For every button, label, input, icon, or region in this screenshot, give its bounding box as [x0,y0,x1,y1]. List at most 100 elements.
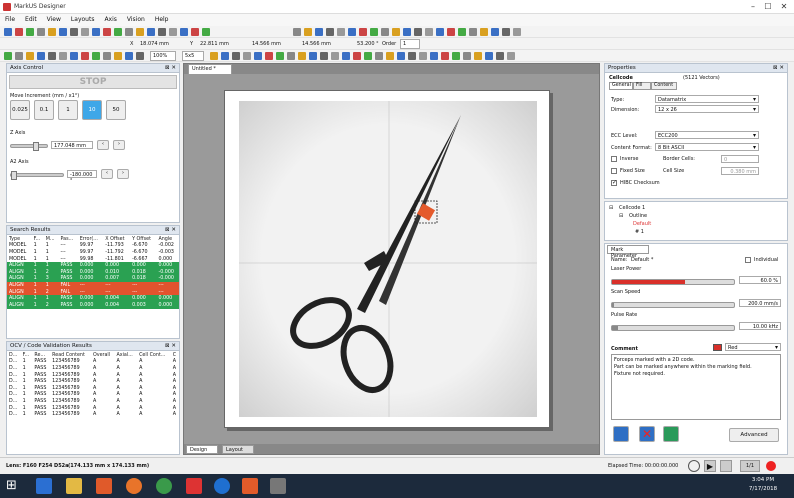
grid-select[interactable]: 5x5 [182,51,204,61]
table-row[interactable]: ALIGN 1 2 PASS 0.000 0.010 0.018 -0.000 [7,268,179,276]
toolbar-align-icon[interactable] [430,52,438,60]
a2-axis-right-button[interactable]: › [117,169,129,179]
table-row[interactable]: ALIGN 1 1 PASS 0.000 0.004 0.000 0.000 [7,295,179,302]
toolbar-align-icon[interactable] [463,52,471,60]
tree-leaf-2[interactable]: # 1 [635,229,644,235]
table-row[interactable]: D... 1 PASS 123456789 A A A A [7,405,179,412]
ie-icon[interactable] [36,478,52,494]
column-header[interactable]: Pas... [58,236,77,243]
toolbar-align-icon[interactable] [364,52,372,60]
z-axis-knob[interactable] [33,142,39,151]
column-header[interactable]: Cell Cont... [137,352,171,359]
comment-textarea[interactable]: Forceps marked with a 2D code. Part can … [611,354,781,420]
table-row[interactable]: ALIGN 1 1 FAIL --- --- --- --- [7,282,179,289]
toolbar-tool-icon[interactable] [304,28,312,36]
menu-view[interactable]: View [42,14,66,25]
dimension-select[interactable]: 12 x 26 [655,105,759,113]
toolbar-tool-icon[interactable] [70,28,78,36]
toolbar-align-icon[interactable] [342,52,350,60]
toolbar-view-icon[interactable] [48,52,56,60]
toolbar-tool-icon[interactable] [337,28,345,36]
toolbar-align-icon[interactable] [353,52,361,60]
toolbar-tool-icon[interactable] [59,28,67,36]
column-header[interactable]: F... [32,236,44,243]
tab-untitled[interactable]: Untitled * [188,64,232,74]
save-parameter-button[interactable] [613,426,629,442]
toolbar-align-icon[interactable] [221,52,229,60]
scan-speed-slider[interactable] [611,302,735,308]
advanced-button[interactable]: Advanced [729,428,779,442]
toolbar-tool-icon[interactable] [81,28,89,36]
menu-axis[interactable]: Axis [99,14,121,25]
toolbar-view-icon[interactable] [15,52,23,60]
maximize-icon[interactable]: ☐ [762,2,774,12]
toolbar-tool-icon[interactable] [436,28,444,36]
tree-child[interactable]: Outline [629,213,647,219]
column-header[interactable]: Error(... [78,236,104,243]
minimize-icon[interactable]: – [747,2,759,12]
color-select[interactable]: Red [725,343,781,351]
toolbar-view-icon[interactable] [114,52,122,60]
content-format-select[interactable]: 8 Bit ASCII [655,143,759,151]
table-row[interactable]: D... 1 PASS 123456789 A A A A [7,392,179,399]
toolbar-align-icon[interactable] [210,52,218,60]
table-row[interactable]: D... 1 PASS 123456789 A A A A [7,359,179,366]
border-cells-input[interactable]: 0 [721,155,759,163]
tab-design[interactable]: Design [186,445,218,454]
a2-axis-knob[interactable] [11,171,17,180]
table-row[interactable]: D... 1 PASS 123456789 A A A A [7,365,179,372]
table-row[interactable]: MODEL 1 1 --- 99.98 -11.801 -6.667 0.000 [7,256,179,263]
toolbar-tool-icon[interactable] [15,28,23,36]
toolbar-tool-icon[interactable] [348,28,356,36]
a2-axis-slider[interactable] [10,171,64,180]
toolbar-align-icon[interactable] [309,52,317,60]
toolbar-align-icon[interactable] [298,52,306,60]
a2-axis-left-button[interactable]: ‹ [101,169,113,179]
toolbar-tool-icon[interactable] [447,28,455,36]
firefox-icon[interactable] [126,478,142,494]
laser-power-slider[interactable] [611,279,735,285]
individual-checkbox[interactable] [745,257,751,263]
cell-size-input[interactable]: 0.380 mm [721,167,759,175]
toolbar-align-icon[interactable] [375,52,383,60]
menu-file[interactable]: File [0,14,20,25]
stop-button[interactable]: STOP [9,75,177,89]
z-axis-value[interactable]: 177.048 mm [51,141,93,149]
toolbar-view-icon[interactable] [37,52,45,60]
height-value[interactable]: 14.566 mm [302,41,331,47]
tab-fill[interactable]: Fill [633,82,651,90]
app-icon-2[interactable] [186,478,202,494]
tree-root[interactable]: Cellcode 1 [619,205,645,211]
toolbar-tool-icon[interactable] [458,28,466,36]
table-row[interactable]: D... 1 PASS 123456789 A A A A [7,398,179,405]
increment-button[interactable]: 50 [106,100,126,120]
toolbar-tool-icon[interactable] [92,28,100,36]
close-icon[interactable]: ✕ [778,2,790,12]
column-header[interactable]: Re... [32,352,50,359]
column-header[interactable]: Type [7,236,32,243]
toolbar-tool-icon[interactable] [147,28,155,36]
toolbar-tool-icon[interactable] [169,28,177,36]
toolbar-view-icon[interactable] [4,52,12,60]
pin-icon[interactable]: ⊠ ✕ [165,343,176,349]
toolbar-tool-icon[interactable] [491,28,499,36]
scan-speed-value[interactable]: 200.0 mm/s [739,299,781,307]
toolbar-align-icon[interactable] [419,52,427,60]
toolbar-align-icon[interactable] [397,52,405,60]
menu-edit[interactable]: Edit [20,14,42,25]
column-header[interactable]: X Offset [103,236,130,243]
increment-button[interactable]: 10 [82,100,102,120]
toolbar-tool-icon[interactable] [414,28,422,36]
y-value[interactable]: 22.811 mm [200,41,229,47]
toolbar-align-icon[interactable] [386,52,394,60]
toolbar-align-icon[interactable] [441,52,449,60]
toolbar-view-icon[interactable] [92,52,100,60]
toolbar-tool-icon[interactable] [48,28,56,36]
toolbar-view-icon[interactable] [59,52,67,60]
table-row[interactable]: MODEL 1 1 --- 99.97 -11.793 -6.670 -0.002 [7,243,179,250]
toolbar-align-icon[interactable] [452,52,460,60]
type-select[interactable]: Datamatrix [655,95,759,103]
inverse-checkbox[interactable] [611,156,617,162]
toolbar-align-icon[interactable] [496,52,504,60]
z-axis-right-button[interactable]: › [113,140,125,150]
